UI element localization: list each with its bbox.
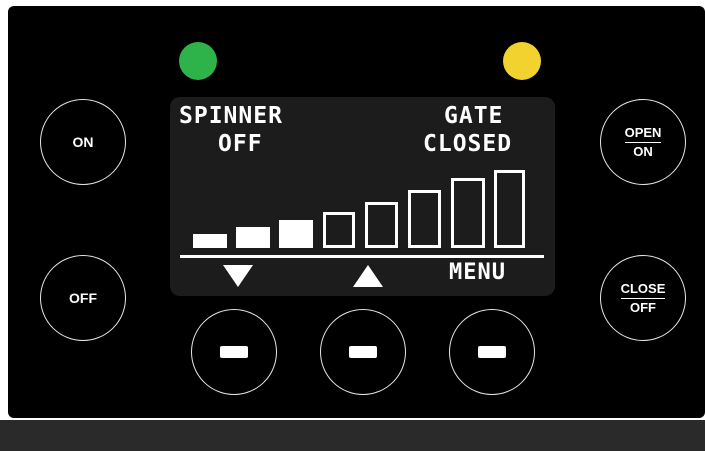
level-bar xyxy=(323,212,355,248)
triangle-up-icon xyxy=(353,265,383,287)
open-on-button[interactable]: OPEN ON xyxy=(600,99,686,185)
level-bar xyxy=(451,178,485,248)
close-off-label: CLOSE OFF xyxy=(620,281,666,316)
soft-key-up[interactable] xyxy=(320,309,406,395)
dash-icon xyxy=(478,346,506,358)
on-button[interactable]: ON xyxy=(40,99,126,185)
on-label: ON xyxy=(633,143,653,159)
spinner-state: OFF xyxy=(218,131,263,157)
lcd-display: SPINNER OFF GATE CLOSED MENU xyxy=(170,97,555,296)
off-label: OFF xyxy=(629,299,656,315)
triangle-down-icon xyxy=(223,265,253,287)
off-button[interactable]: OFF xyxy=(40,255,126,341)
lcd-divider xyxy=(180,255,544,258)
gate-label: GATE xyxy=(444,103,504,129)
spinner-label: SPINNER xyxy=(179,103,283,129)
yellow-led-icon xyxy=(503,42,541,80)
menu-label: MENU xyxy=(449,260,506,285)
dash-icon xyxy=(349,346,377,358)
open-label: OPEN xyxy=(624,125,662,143)
bottom-strip xyxy=(0,420,705,451)
level-bar xyxy=(193,234,227,248)
dash-icon xyxy=(220,346,248,358)
soft-key-down[interactable] xyxy=(191,309,277,395)
level-bar xyxy=(279,220,313,248)
off-button-label: OFF xyxy=(69,290,97,306)
gate-state: CLOSED xyxy=(423,131,513,157)
close-label: CLOSE xyxy=(620,281,666,299)
on-button-label: ON xyxy=(72,134,94,150)
level-bar xyxy=(494,170,525,248)
open-on-label: OPEN ON xyxy=(624,125,662,160)
level-bar xyxy=(365,202,398,248)
green-led-icon xyxy=(179,42,217,80)
level-bar xyxy=(408,190,441,248)
close-off-button[interactable]: CLOSE OFF xyxy=(600,255,686,341)
level-bar xyxy=(236,227,270,248)
soft-key-menu[interactable] xyxy=(449,309,535,395)
